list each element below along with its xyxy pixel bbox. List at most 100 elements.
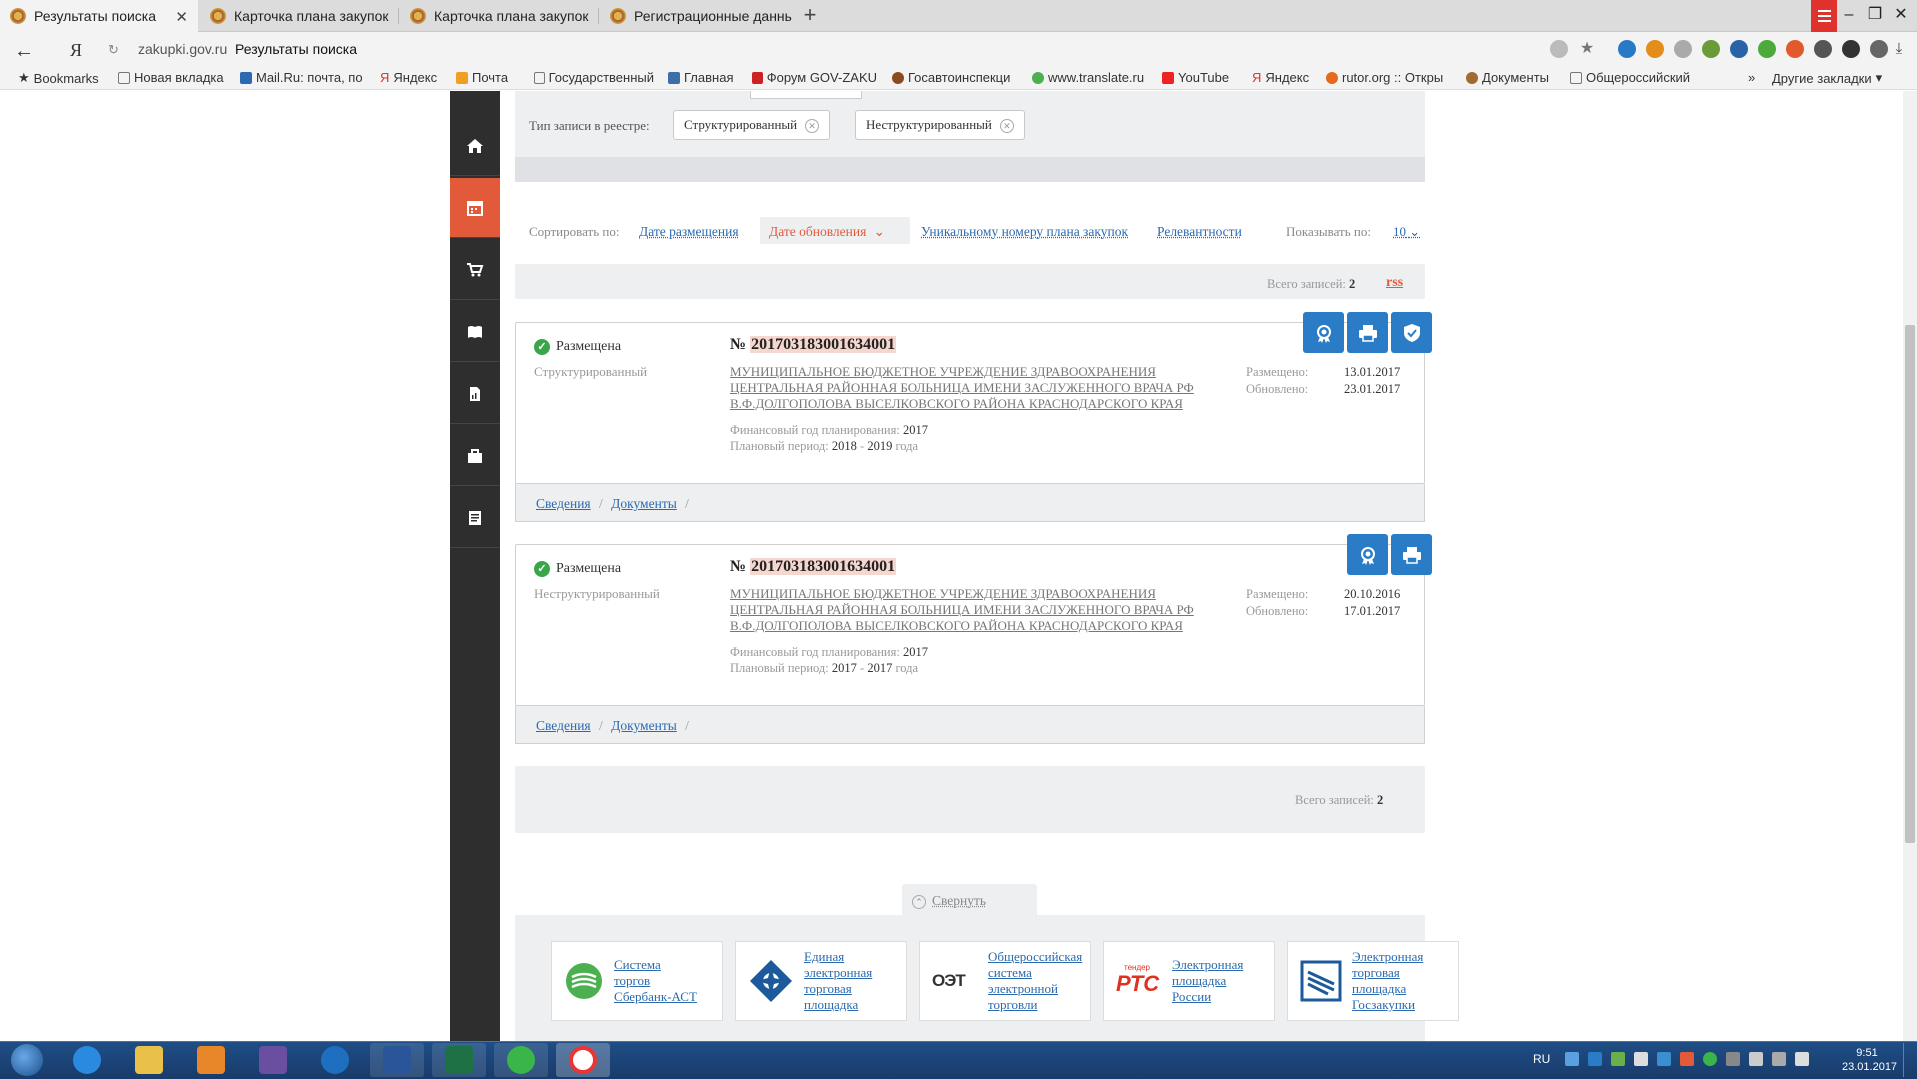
- bookmark-item[interactable]: Общероссийский: [1570, 70, 1710, 85]
- taskbar-explorer[interactable]: [122, 1043, 176, 1077]
- tab-registration[interactable]: Регистрационные данные с: [600, 0, 792, 32]
- bookmark-item[interactable]: Я Яндекс: [1252, 70, 1309, 85]
- extension-icon[interactable]: [1618, 40, 1636, 58]
- extension-icon[interactable]: [1870, 40, 1888, 58]
- sidebar-item-library[interactable]: [450, 302, 500, 362]
- bookmark-item[interactable]: Главная: [668, 70, 733, 85]
- tab-search-results[interactable]: Результаты поиска ✕: [0, 0, 198, 32]
- collapse-button[interactable]: ⌃ Свернуть: [902, 884, 1037, 916]
- plan-number-link[interactable]: № 201703183001634001: [730, 558, 897, 576]
- show-desktop-button[interactable]: [1903, 1043, 1915, 1077]
- extension-icon[interactable]: [1646, 40, 1664, 58]
- bookmark-item[interactable]: Почта: [456, 70, 508, 85]
- bookmark-item[interactable]: Государственный: [534, 70, 654, 85]
- partner-eetp[interactable]: Единая электронная торговая площадка: [735, 941, 907, 1021]
- organization-link[interactable]: МУНИЦИПАЛЬНОЕ БЮДЖЕТНОЕ УЧРЕЖДЕНИЕ ЗДРАВ…: [730, 586, 1194, 634]
- restore-icon[interactable]: ❐: [1862, 0, 1888, 32]
- sort-by-placement-date[interactable]: Дате размещения: [639, 224, 739, 240]
- tab-plan-card-2[interactable]: Карточка плана закупок: [400, 0, 596, 32]
- tray-icon[interactable]: [1657, 1052, 1671, 1066]
- partner-sberbank-ast[interactable]: Система торгов Сбербанк-АСТ: [551, 941, 723, 1021]
- partner-oset[interactable]: ОЭТ Общероссийская система электронной торг…: [919, 941, 1091, 1021]
- partner-rts[interactable]: тендер РТС Электронная площадка России: [1103, 941, 1275, 1021]
- star-icon[interactable]: ★: [1578, 40, 1596, 58]
- menu-icon[interactable]: [1811, 0, 1837, 32]
- sidebar-item-home[interactable]: [450, 116, 500, 176]
- extension-icon[interactable]: [1842, 40, 1860, 58]
- certificate-button[interactable]: [1303, 312, 1344, 353]
- translate-icon[interactable]: [1550, 40, 1568, 58]
- tray-icon[interactable]: [1726, 1052, 1740, 1066]
- back-arrow-icon[interactable]: ←: [14, 40, 34, 63]
- details-link[interactable]: Сведения: [536, 718, 591, 733]
- details-link[interactable]: Сведения: [536, 496, 591, 511]
- url-field[interactable]: zakupki.gov.ru: [138, 41, 227, 57]
- new-tab-button[interactable]: +: [796, 3, 824, 29]
- network-icon[interactable]: [1772, 1052, 1786, 1066]
- language-indicator[interactable]: RU: [1533, 1052, 1550, 1066]
- rss-link[interactable]: rss: [1386, 275, 1403, 291]
- certificate-button[interactable]: [1347, 534, 1388, 575]
- taskbar-excel[interactable]: [432, 1043, 486, 1077]
- bookmark-item[interactable]: ★ Bookmarks: [18, 70, 99, 86]
- bookmark-item[interactable]: www.translate.ru: [1032, 70, 1144, 85]
- remove-chip-icon[interactable]: ✕: [805, 119, 820, 134]
- bookmark-item[interactable]: Форум GOV-ZAKU: [752, 70, 877, 85]
- minimize-icon[interactable]: –: [1836, 0, 1862, 32]
- taskbar-mailagent[interactable]: [494, 1043, 548, 1077]
- sidebar-item-reports[interactable]: [450, 364, 500, 424]
- taskbar-ie[interactable]: [60, 1043, 114, 1077]
- sidebar-item-documents[interactable]: [450, 488, 500, 548]
- bookmark-item[interactable]: Mail.Ru: почта, по: [240, 70, 365, 85]
- print-button[interactable]: [1391, 534, 1432, 575]
- sidebar-item-purchases[interactable]: [450, 240, 500, 300]
- sort-by-update-date[interactable]: Дате обновления ⌄: [760, 217, 910, 244]
- taskbar-app[interactable]: [246, 1043, 300, 1077]
- bookmark-item[interactable]: rutor.org :: Откры: [1326, 70, 1450, 85]
- volume-icon[interactable]: [1634, 1052, 1648, 1066]
- taskbar-teamviewer[interactable]: [308, 1043, 362, 1077]
- taskbar-media[interactable]: [184, 1043, 238, 1077]
- taskbar-yandex-browser[interactable]: [556, 1043, 610, 1077]
- downloads-icon[interactable]: ⤓: [1890, 40, 1908, 58]
- tab-plan-card-1[interactable]: Карточка плана закупок: [200, 0, 396, 32]
- more-bookmarks-button[interactable]: »: [1748, 70, 1755, 85]
- sort-by-plan-number[interactable]: Уникальному номеру плана закупок: [921, 224, 1128, 240]
- tray-icon[interactable]: [1611, 1052, 1625, 1066]
- reload-icon[interactable]: ↻: [108, 42, 119, 58]
- partner-goszakupki[interactable]: Электронная торговая площадка Госзакупки: [1287, 941, 1459, 1021]
- bookmark-item[interactable]: Госавтоинспекци: [892, 70, 1014, 85]
- shield-extension-icon[interactable]: [1674, 40, 1692, 58]
- scrollbar-thumb[interactable]: [1905, 325, 1915, 843]
- tray-icon[interactable]: [1795, 1052, 1809, 1066]
- extension-icon[interactable]: [1814, 40, 1832, 58]
- page-size-select[interactable]: 10 ⌄: [1393, 224, 1420, 240]
- extension-icon[interactable]: [1786, 40, 1804, 58]
- filter-field-partial[interactable]: [750, 91, 862, 99]
- tray-icon[interactable]: [1588, 1052, 1602, 1066]
- download-extension-icon[interactable]: [1758, 40, 1776, 58]
- filter-chip-unstructured[interactable]: Неструктурированный ✕: [855, 110, 1025, 140]
- plan-number-link[interactable]: № 201703183001634001: [730, 336, 897, 354]
- start-button[interactable]: [0, 1043, 54, 1077]
- close-tab-icon[interactable]: ✕: [175, 8, 188, 26]
- verified-button[interactable]: [1391, 312, 1432, 353]
- bookmark-item[interactable]: YouTube: [1162, 70, 1229, 85]
- filter-chip-structured[interactable]: Структурированный ✕: [673, 110, 831, 140]
- extension-icon[interactable]: [1702, 40, 1720, 58]
- bookmark-item[interactable]: Документы: [1466, 70, 1549, 85]
- sidebar-item-plans[interactable]: [450, 178, 500, 238]
- other-bookmarks[interactable]: Другие закладки ▾: [1772, 70, 1882, 86]
- clock[interactable]: 9:51 23.01.2017: [1842, 1046, 1897, 1074]
- tray-icon[interactable]: [1680, 1052, 1694, 1066]
- sort-by-relevance[interactable]: Релевантности: [1157, 224, 1242, 240]
- close-window-icon[interactable]: ✕: [1888, 0, 1914, 32]
- extension-icon[interactable]: [1730, 40, 1748, 58]
- documents-link[interactable]: Документы: [611, 718, 677, 733]
- flag-icon[interactable]: [1749, 1052, 1763, 1066]
- remove-chip-icon[interactable]: ✕: [999, 119, 1014, 134]
- tray-icon[interactable]: [1565, 1052, 1579, 1066]
- bookmark-item[interactable]: Новая вкладка: [118, 70, 224, 85]
- documents-link[interactable]: Документы: [611, 496, 677, 511]
- yandex-logo[interactable]: Я: [70, 40, 82, 61]
